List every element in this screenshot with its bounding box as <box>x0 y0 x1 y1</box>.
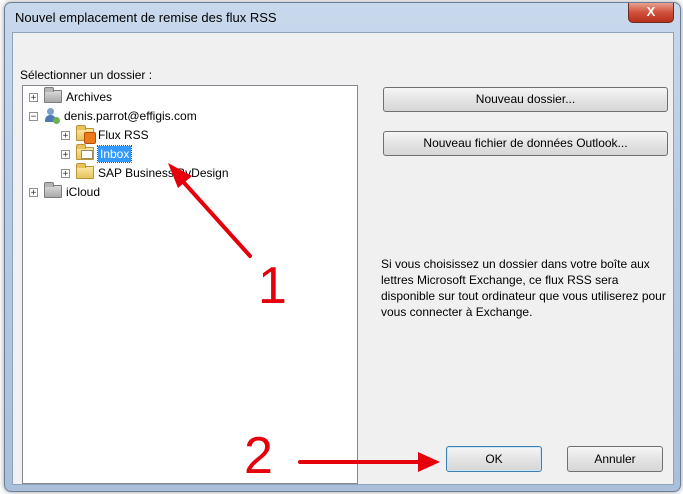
annotation-arrow-1 <box>168 163 440 472</box>
annotation-step-2: 2 <box>244 427 273 485</box>
annotation-step-1: 1 <box>258 257 287 315</box>
